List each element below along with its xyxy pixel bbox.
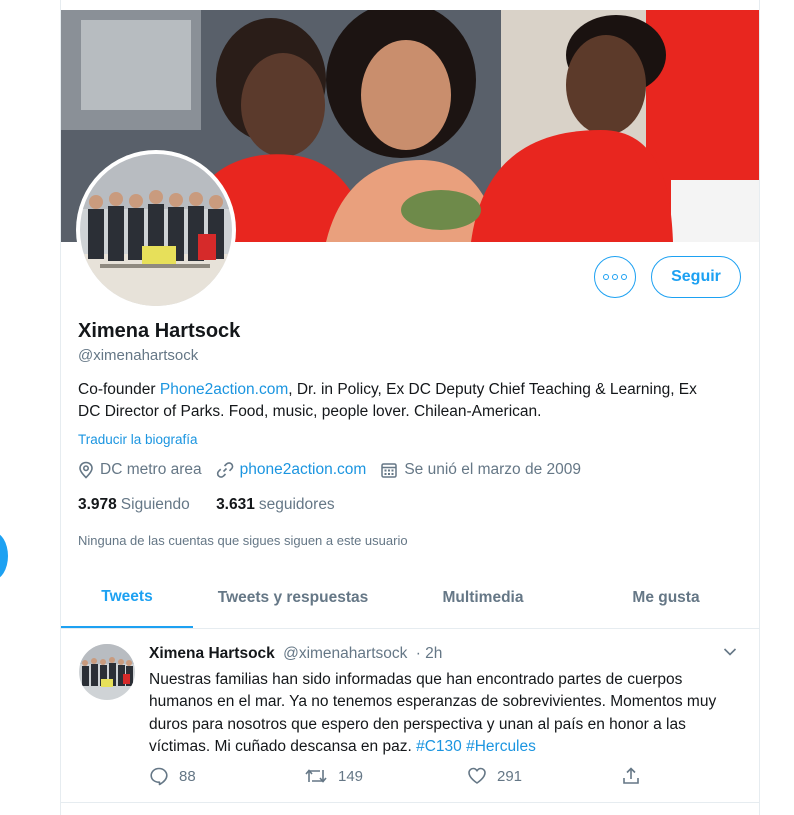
more-dots-icon [603,274,627,280]
profile-meta: DC metro area phone2action.com Se unió e… [78,461,595,479]
tweet-text: Nuestras familias han sido informadas qu… [149,669,739,758]
bio-prefix: Co-founder [78,381,160,398]
reply-icon [150,767,168,786]
followers-count-link[interactable]: 3.631 seguidores [216,496,335,513]
profile-column: Seguir Ximena Hartsock @ximenahartsock C… [60,0,760,815]
calendar-icon [381,463,398,478]
share-button[interactable] [621,766,651,786]
tweet-author-handle[interactable]: @ximenahartsock [283,645,407,662]
joined-date: Se unió el marzo de 2009 [380,461,581,479]
chevron-down-icon[interactable] [723,647,737,657]
following-count: 3.978 [78,496,117,513]
website[interactable]: phone2action.com [216,461,367,479]
profile-handle: @ximenahartsock [78,347,199,364]
tab-likes[interactable]: Me gusta [573,568,759,628]
profile-bio: Co-founder Phone2action.com, Dr. in Poli… [78,379,718,423]
tweet-author-name[interactable]: Ximena Hartsock [149,645,275,662]
tweet[interactable]: Ximena Hartsock @ximenahartsock · 2h Nue… [61,630,759,803]
website-link[interactable]: phone2action.com [240,461,367,479]
retweet-count: 149 [338,767,364,785]
compose-tweet-button-edge[interactable] [0,532,8,580]
follow-button[interactable]: Seguir [651,256,741,298]
tweet-avatar-photo [79,644,135,700]
profile-tabs: Tweets Tweets y respuestas Multimedia Me… [61,568,759,629]
link-icon [216,462,234,478]
hashtag-hercules[interactable]: #Hercules [466,738,536,755]
tab-media[interactable]: Multimedia [393,568,573,628]
reply-button[interactable]: 88 [149,766,196,786]
like-count: 291 [497,767,523,785]
retweet-button[interactable]: 149 [304,766,363,786]
heart-icon [468,767,486,784]
tweet-avatar[interactable] [79,644,135,700]
share-icon [623,767,639,784]
joined-text: Se unió el marzo de 2009 [404,461,581,478]
tab-tweets-and-replies[interactable]: Tweets y respuestas [193,568,393,628]
reply-count: 88 [179,767,196,785]
retweet-icon [305,769,327,783]
like-button[interactable]: 291 [467,766,522,786]
location-pin-icon [79,461,93,479]
translate-bio-link[interactable]: Traducir la biografía [78,432,198,447]
location: DC metro area [78,461,202,479]
bio-link[interactable]: Phone2action.com [160,381,288,398]
profile-avatar[interactable] [76,150,236,310]
following-count-link[interactable]: 3.978 Siguiendo [78,496,190,513]
follow-counts: 3.978 Siguiendo 3.631 seguidores [78,496,335,514]
tab-tweets[interactable]: Tweets [61,568,193,628]
next-tweet-edge [61,802,759,815]
followers-label: seguidores [258,496,335,513]
followers-count: 3.631 [216,496,255,513]
profile-name: Ximena Hartsock [78,320,241,342]
tweet-header: Ximena Hartsock @ximenahartsock · 2h [149,645,442,663]
location-text: DC metro area [100,461,202,478]
avatar-group-photo [80,154,232,306]
following-label: Siguiendo [120,496,190,513]
more-options-button[interactable] [594,256,636,298]
tweet-actions: 88 149 291 [149,766,669,788]
hashtag-c130[interactable]: #C130 [416,738,462,755]
no-followers-you-know: Ninguna de las cuentas que sigues siguen… [78,533,408,548]
tweet-timestamp[interactable]: · 2h [416,645,443,662]
